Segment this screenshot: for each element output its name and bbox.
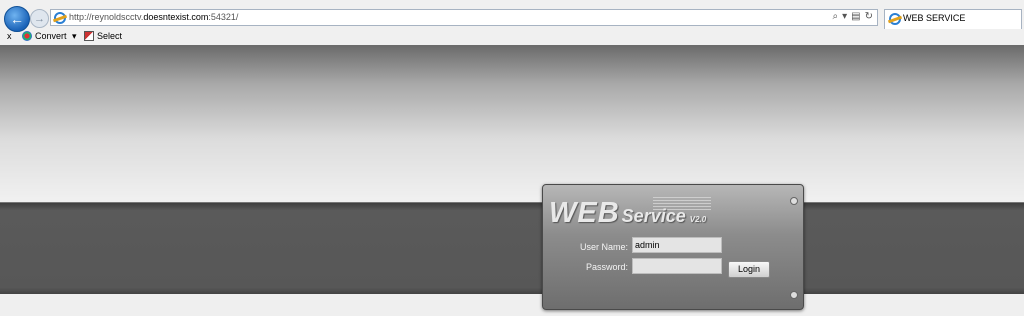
brand-service: Service — [621, 206, 686, 226]
address-tools: ⌕ ▾ ▤ ↻ — [833, 11, 873, 22]
browser-chrome: ← → http://reynoldscctv.doesntexist.com:… — [0, 0, 1024, 46]
panel-handle-top — [790, 197, 798, 205]
address-url[interactable]: http://reynoldscctv.doesntexist.com:5432… — [69, 12, 238, 22]
brand-web: WEB — [549, 197, 620, 229]
search-dropdown-icon[interactable]: ▾ — [842, 11, 847, 22]
brand-version: V2.0 — [689, 215, 707, 224]
chevron-down-icon: ▾ — [72, 31, 77, 41]
tab-ie-icon — [889, 13, 901, 25]
select-icon — [84, 31, 94, 41]
brand-logo: WEB Service V2.0 — [549, 197, 706, 230]
address-bar[interactable]: http://reynoldscctv.doesntexist.com:5432… — [50, 9, 878, 26]
convert-button[interactable]: Convert — [22, 31, 67, 41]
username-label: User Name: — [579, 242, 628, 252]
username-input[interactable]: admin — [632, 237, 722, 253]
login-button[interactable]: Login — [728, 261, 770, 278]
convert-icon — [22, 31, 32, 41]
url-part: http://reynoldscctv. — [69, 12, 144, 22]
ie-page-icon — [54, 12, 66, 24]
page-background-top — [0, 45, 1024, 202]
convert-label: Convert — [35, 31, 67, 41]
password-input[interactable] — [632, 258, 722, 274]
page-background-bottom — [0, 294, 1024, 316]
command-bar: x Convert ▾ Select — [0, 29, 1024, 45]
search-icon[interactable]: ⌕ — [833, 11, 839, 22]
compatibility-icon[interactable]: ▤ — [851, 11, 860, 22]
close-icon: x — [7, 31, 12, 41]
back-arrow-icon: ← — [10, 11, 24, 27]
select-button[interactable]: Select — [84, 31, 122, 41]
login-panel: WEB Service V2.0 User Name: admin Password… — [542, 184, 804, 310]
url-port: :54321/ — [208, 12, 239, 22]
panel-handle-bottom — [790, 291, 798, 299]
close-toolbar-button[interactable]: x — [7, 31, 12, 41]
tab-web-service[interactable]: WEB SERVICE — [884, 9, 1022, 29]
refresh-icon[interactable]: ↻ — [865, 11, 873, 22]
tab-title: WEB SERVICE — [903, 13, 966, 23]
forward-arrow-icon: → — [34, 12, 45, 25]
page-band — [0, 202, 1024, 295]
forward-button[interactable]: → — [30, 9, 49, 28]
convert-dropdown[interactable]: ▾ — [72, 31, 77, 42]
select-label: Select — [97, 31, 123, 41]
password-label: Password: — [585, 262, 628, 272]
url-domain: doesntexist.com — [143, 12, 209, 22]
